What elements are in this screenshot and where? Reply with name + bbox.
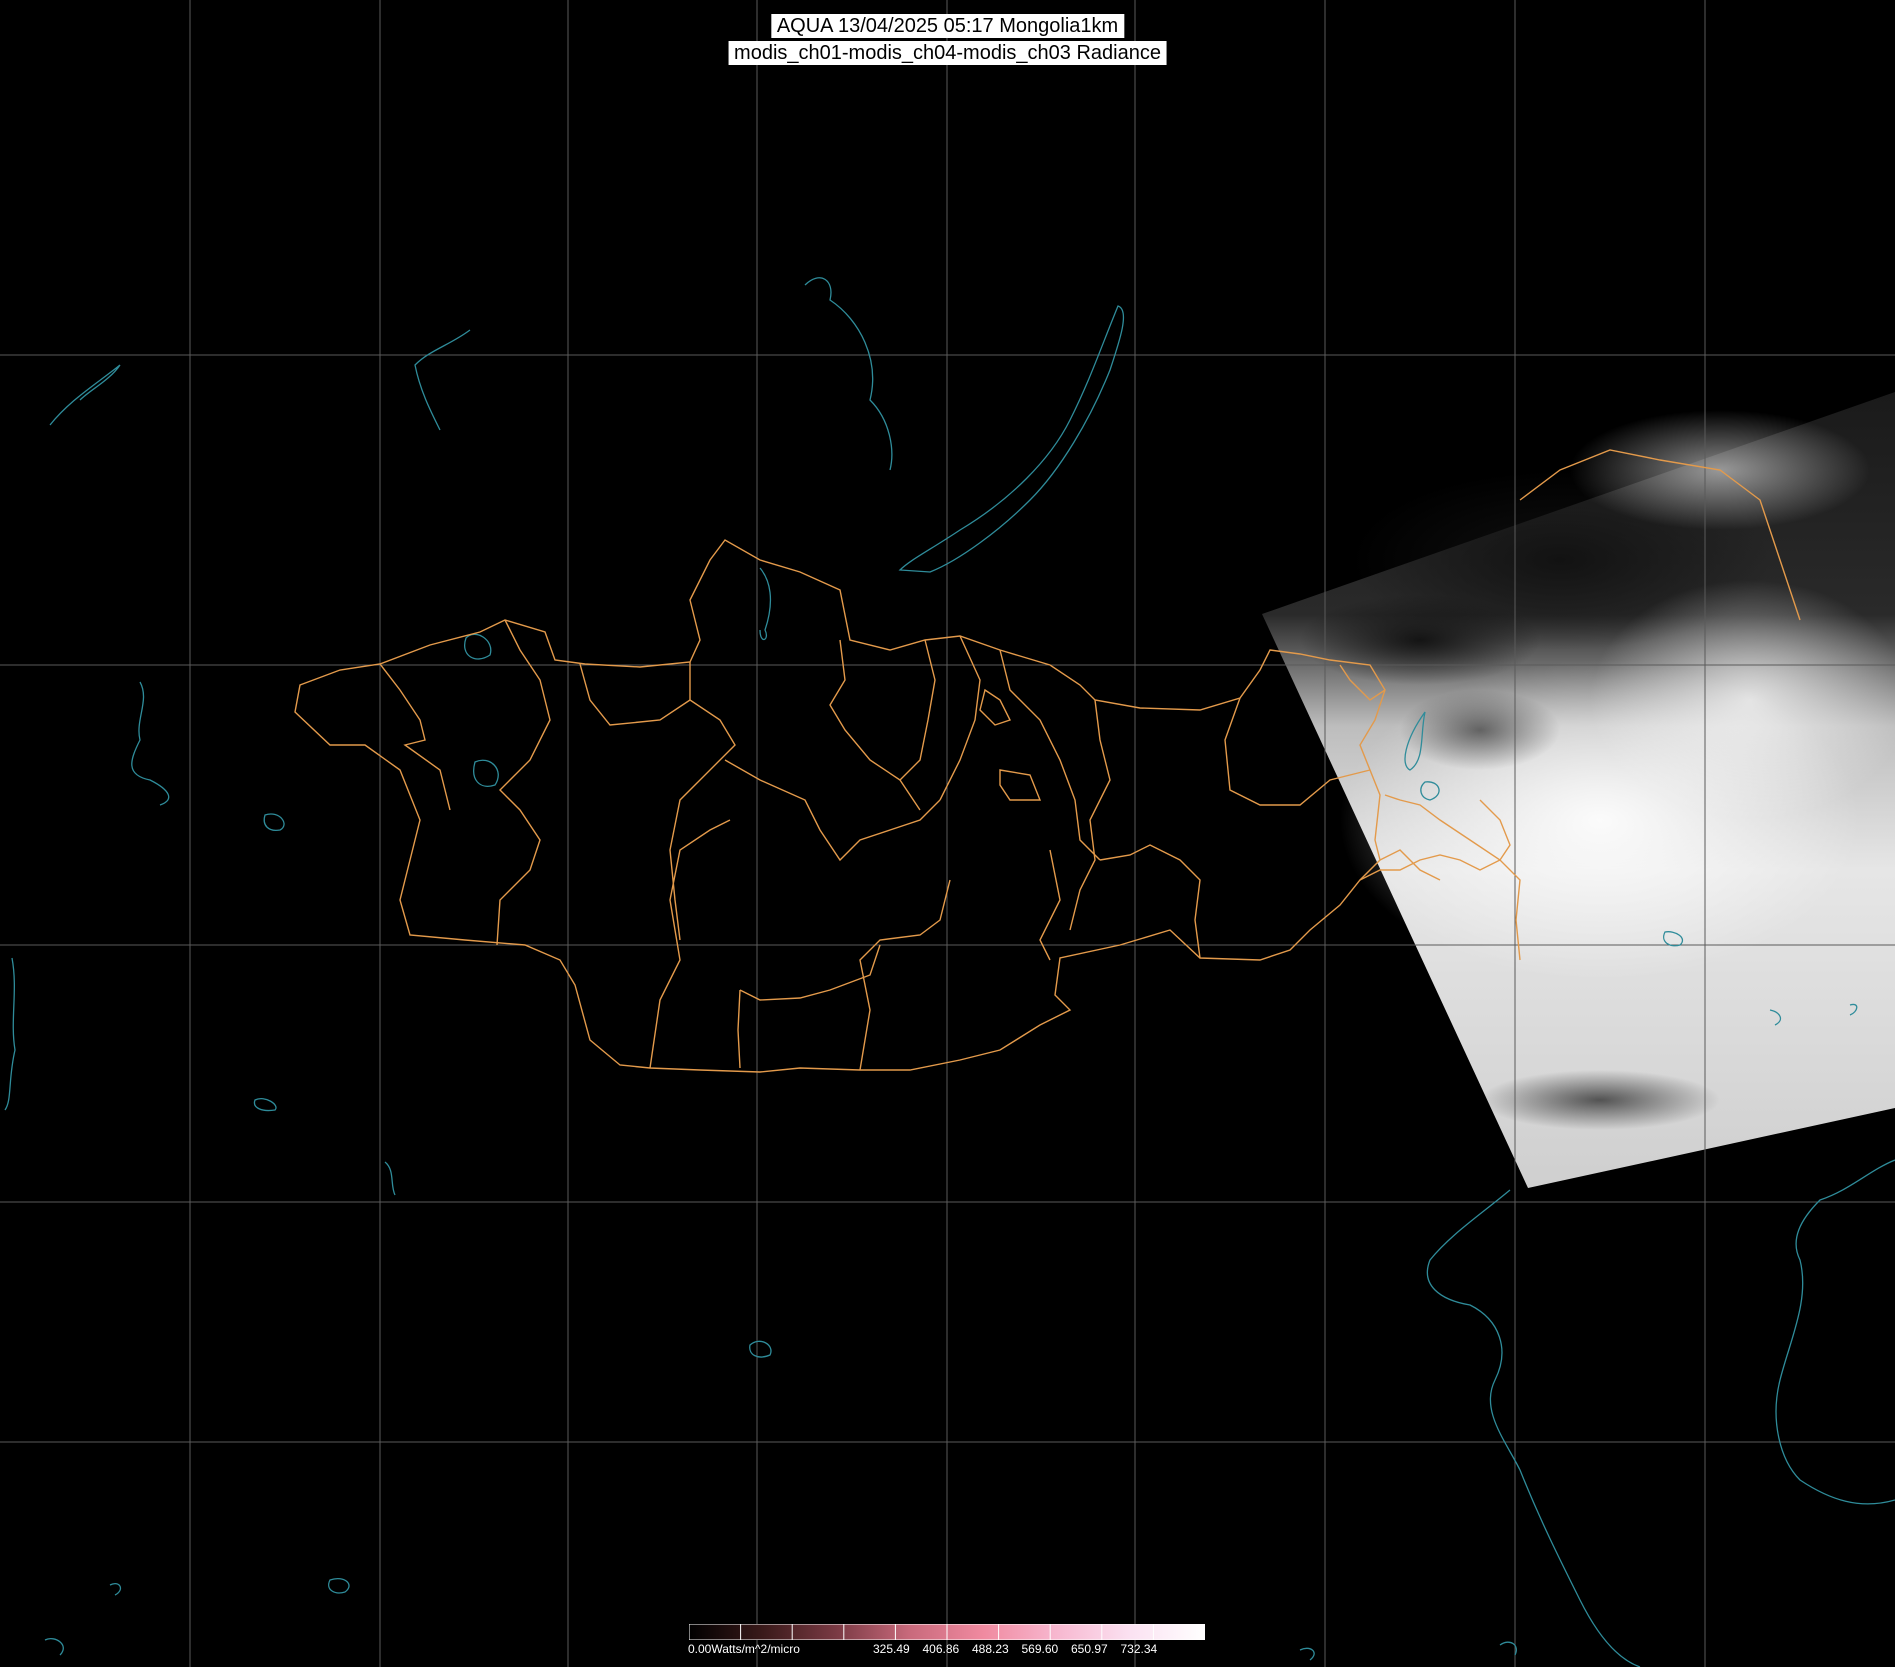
colorbar-tick-label: 488.23 (972, 1642, 1009, 1656)
colorbar-tick-label: 325.49 (873, 1642, 910, 1656)
colorbar-tick-label: 406.86 (922, 1642, 960, 1656)
title-line-1: AQUA 13/04/2025 05:17 Mongolia1km (770, 14, 1125, 38)
colorbar-tick-label: 650.97 (1071, 1642, 1108, 1656)
colorbar-tick-label: 732.34 (1120, 1642, 1158, 1656)
title-line-2: modis_ch01-modis_ch04-modis_ch03 Radianc… (728, 41, 1167, 65)
map-canvas (0, 0, 1895, 1667)
radiance-colorbar (689, 1624, 1205, 1640)
colorbar-min-label: 0.00Watts/m^2/micro (688, 1642, 800, 1656)
colorbar-tick-label: 569.60 (1021, 1642, 1059, 1656)
modis-swath (1262, 392, 1895, 1188)
